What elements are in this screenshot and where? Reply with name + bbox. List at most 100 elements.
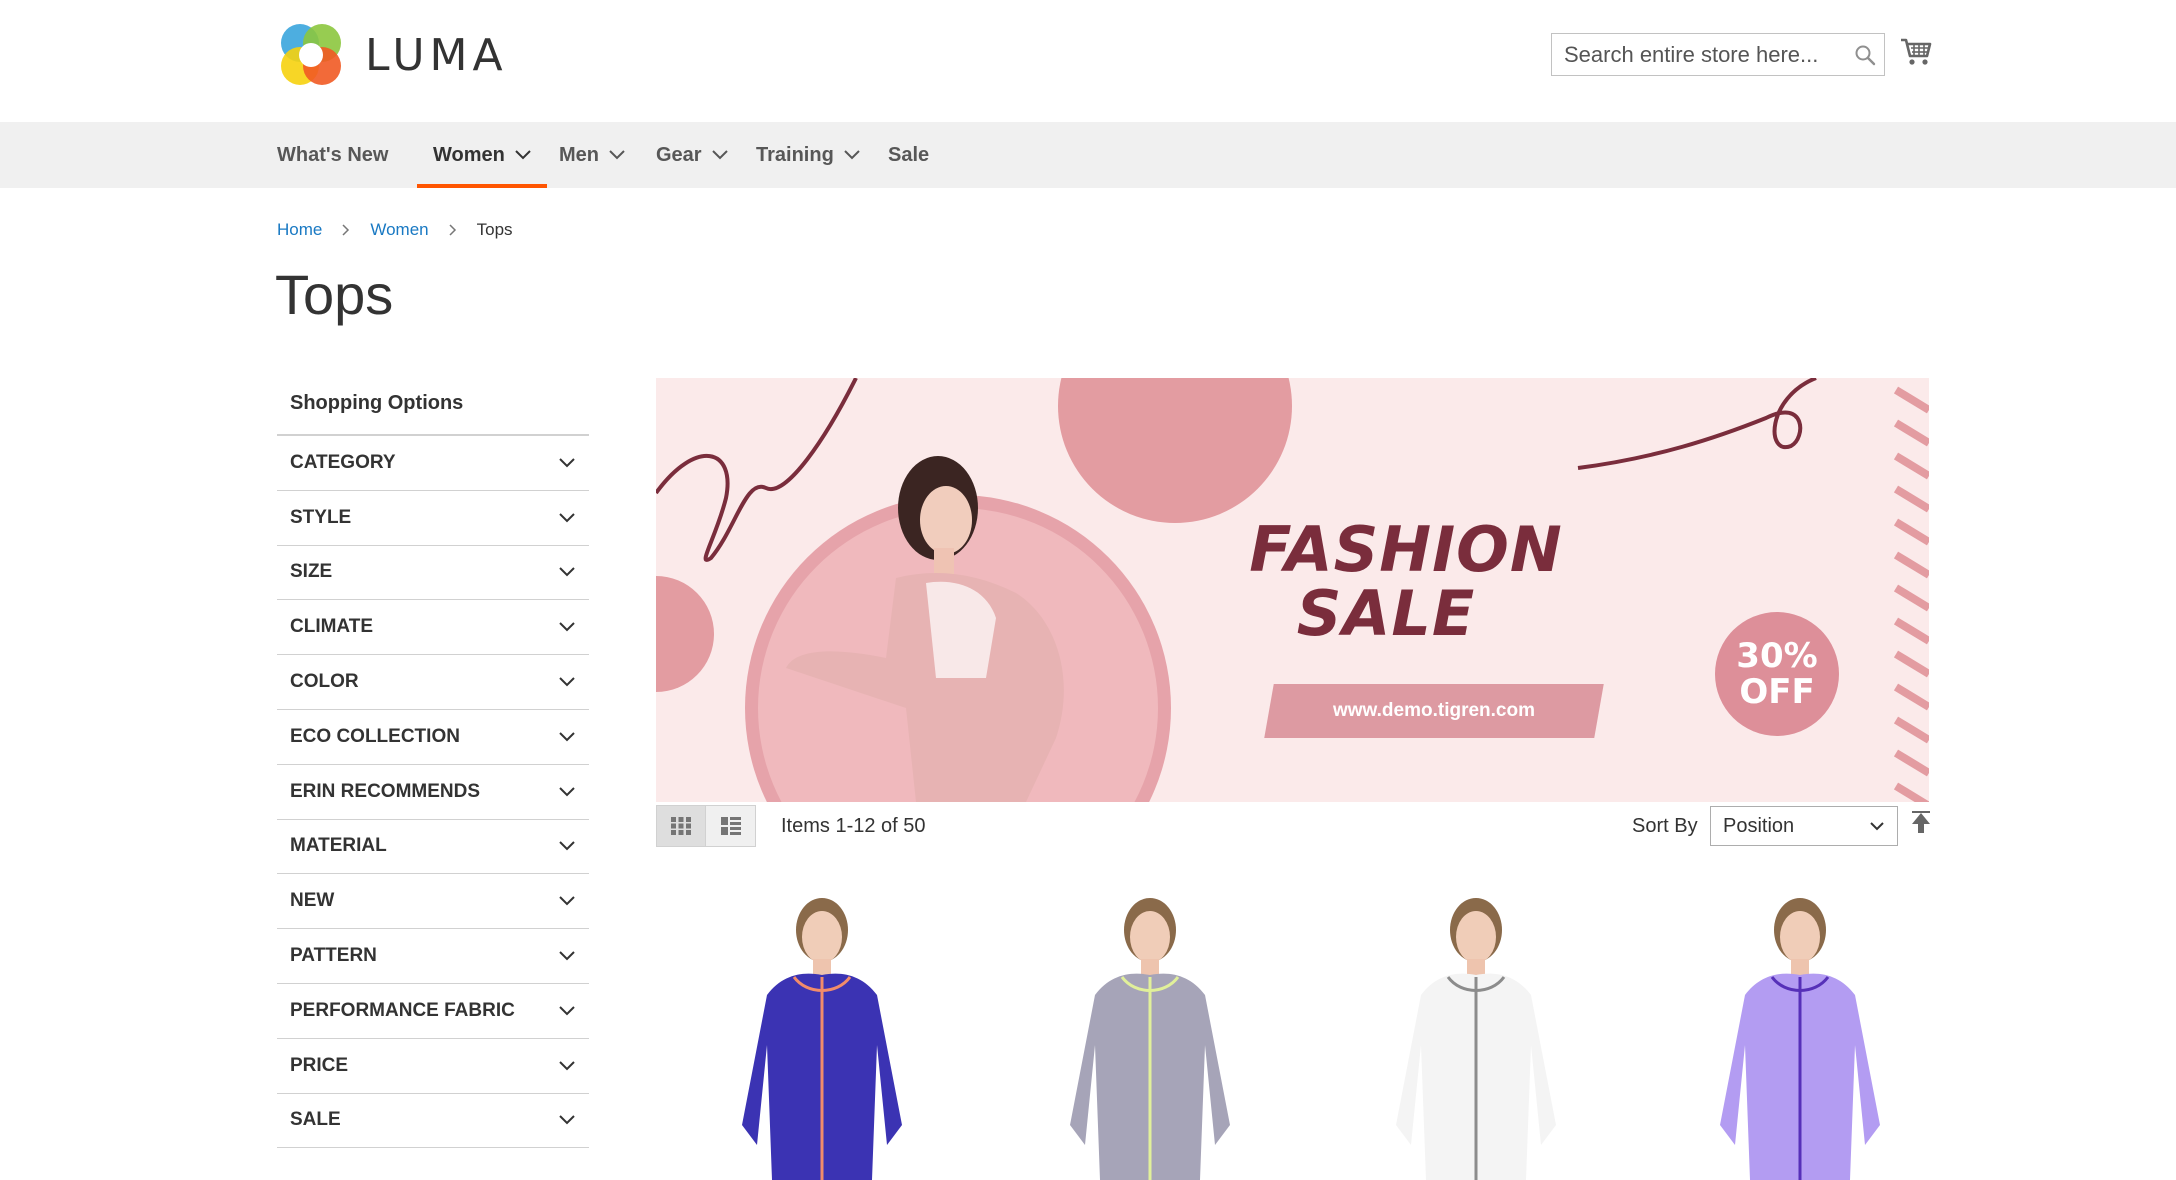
- toolbar-amount: Items 1-12 of 50: [781, 814, 926, 837]
- filter-label: ECO COLLECTION: [290, 725, 460, 747]
- filter-pattern[interactable]: PATTERN: [277, 929, 589, 984]
- grid-icon: [671, 817, 691, 835]
- filter-material[interactable]: MATERIAL: [277, 820, 589, 875]
- nav-item-gear[interactable]: Gear: [656, 122, 728, 188]
- badge-percent: 30%: [1736, 636, 1818, 676]
- grid-view-button[interactable]: [656, 805, 706, 847]
- list-view-button[interactable]: [706, 805, 756, 847]
- sort-by-select[interactable]: Position: [1710, 806, 1898, 846]
- filter-style[interactable]: STYLE: [277, 491, 589, 546]
- shopping-options-sidebar: Shopping Options CATEGORY STYLE SIZE CLIMAT…: [277, 372, 589, 1149]
- filter-label: SIZE: [290, 561, 333, 583]
- chevron-right-icon: [342, 224, 350, 236]
- filter-label: STYLE: [290, 506, 352, 528]
- discount-badge: 30% OFF: [1715, 612, 1839, 736]
- chevron-down-icon: [559, 1006, 575, 1016]
- filter-label: SALE: [290, 1109, 341, 1131]
- chevron-down-icon: [559, 1115, 575, 1125]
- chevron-down-icon: [559, 951, 575, 961]
- products-toolbar: Items 1-12 of 50 Sort By Position: [656, 805, 1932, 847]
- product-item[interactable]: [1326, 885, 1626, 1180]
- sort-by-value: Position: [1723, 814, 1795, 837]
- nav-item-sale[interactable]: Sale: [888, 122, 929, 188]
- chevron-down-icon: [559, 622, 575, 632]
- page-title: Tops: [275, 263, 394, 326]
- filter-performance-fabric[interactable]: PERFORMANCE FABRIC: [277, 984, 589, 1039]
- product-item[interactable]: [1650, 885, 1950, 1180]
- filter-size[interactable]: SIZE: [277, 546, 589, 601]
- chevron-down-icon: [559, 567, 575, 577]
- filter-erin-recommends[interactable]: ERIN RECOMMENDS: [277, 765, 589, 820]
- nav-item-label: Women: [433, 143, 505, 166]
- chevron-down-icon: [559, 732, 575, 742]
- filter-label: PRICE: [290, 1054, 349, 1076]
- page-header: LUMA: [0, 0, 2176, 122]
- chevron-down-icon: [559, 458, 575, 468]
- sidebar-title: Shopping Options: [277, 372, 589, 436]
- promo-banner[interactable]: FASHION SALE www.demo.tigren.com 30% OFF: [656, 378, 1929, 802]
- filter-label: MATERIAL: [290, 835, 387, 857]
- search-box: [1551, 33, 1885, 76]
- filter-new[interactable]: NEW: [277, 874, 589, 930]
- filter-price[interactable]: PRICE: [277, 1039, 589, 1094]
- product-image[interactable]: [1326, 885, 1626, 1180]
- search-icon[interactable]: [1852, 38, 1878, 72]
- breadcrumb-women[interactable]: Women: [370, 220, 428, 240]
- chevron-down-icon: [515, 150, 531, 160]
- chevron-down-icon: [559, 786, 575, 797]
- sort-direction-arrow-icon[interactable]: [1910, 811, 1932, 839]
- nav-item-label: Training: [756, 143, 834, 166]
- nav-item-label: Gear: [656, 143, 702, 166]
- chevron-down-icon: [559, 677, 575, 687]
- luma-logo-icon: [281, 24, 341, 85]
- search-input[interactable]: [1552, 34, 1852, 75]
- chevron-down-icon: [711, 150, 728, 160]
- nav-item-women[interactable]: Women: [417, 122, 547, 188]
- chevron-down-icon: [609, 150, 625, 160]
- filter-eco-collection[interactable]: ECO COLLECTION: [277, 710, 589, 765]
- product-image[interactable]: [1000, 885, 1300, 1180]
- filter-label: CLIMATE: [290, 616, 374, 638]
- main-navigation: What's New Women Men Gear Training Sale: [0, 122, 2176, 188]
- product-item[interactable]: [1000, 885, 1300, 1180]
- chevron-down-icon: [559, 512, 575, 523]
- filter-sale[interactable]: SALE: [277, 1094, 589, 1149]
- breadcrumb: Home Women Tops: [277, 220, 513, 240]
- filter-label: PATTERN: [290, 945, 377, 967]
- chevron-down-icon: [844, 150, 860, 160]
- store-logo[interactable]: LUMA: [277, 21, 508, 89]
- chevron-down-icon: [1870, 822, 1884, 831]
- filter-color[interactable]: COLOR: [277, 655, 589, 710]
- nav-item-training[interactable]: Training: [756, 122, 860, 188]
- product-item[interactable]: [672, 885, 972, 1180]
- view-mode-switcher: [656, 805, 756, 847]
- product-image[interactable]: [672, 885, 972, 1180]
- breadcrumb-home[interactable]: Home: [277, 220, 322, 240]
- filter-label: ERIN RECOMMENDS: [290, 780, 481, 802]
- list-icon: [720, 817, 741, 835]
- filter-category[interactable]: CATEGORY: [277, 436, 589, 491]
- nav-item-men[interactable]: Men: [559, 122, 625, 188]
- cart-icon[interactable]: [1899, 36, 1933, 68]
- breadcrumb-current: Tops: [476, 220, 513, 239]
- filter-label: CATEGORY: [290, 451, 396, 473]
- nav-item-label: What's New: [277, 143, 389, 166]
- nav-item-label: Sale: [888, 143, 930, 166]
- banner-url: www.demo.tigren.com: [1333, 700, 1535, 721]
- filter-label: PERFORMANCE FABRIC: [290, 999, 515, 1021]
- chevron-down-icon: [559, 841, 575, 851]
- filter-list: CATEGORY STYLE SIZE CLIMATE COLOR ECO COLLECT…: [277, 436, 589, 1149]
- banner-title-line: FASHION: [1249, 513, 1563, 586]
- chevron-right-icon: [449, 224, 456, 236]
- filter-climate[interactable]: CLIMATE: [277, 600, 589, 656]
- filter-label: COLOR: [290, 671, 359, 693]
- product-image[interactable]: [1650, 885, 1950, 1180]
- logo-text: LUMA: [365, 29, 508, 81]
- badge-off: OFF: [1739, 672, 1815, 712]
- chevron-down-icon: [559, 1060, 575, 1071]
- chevron-down-icon: [559, 896, 575, 906]
- sort-by-label: Sort By: [1632, 814, 1698, 837]
- nav-item-label: Men: [559, 143, 599, 166]
- filter-label: NEW: [290, 890, 335, 912]
- nav-item-whats-new[interactable]: What's New: [277, 122, 388, 188]
